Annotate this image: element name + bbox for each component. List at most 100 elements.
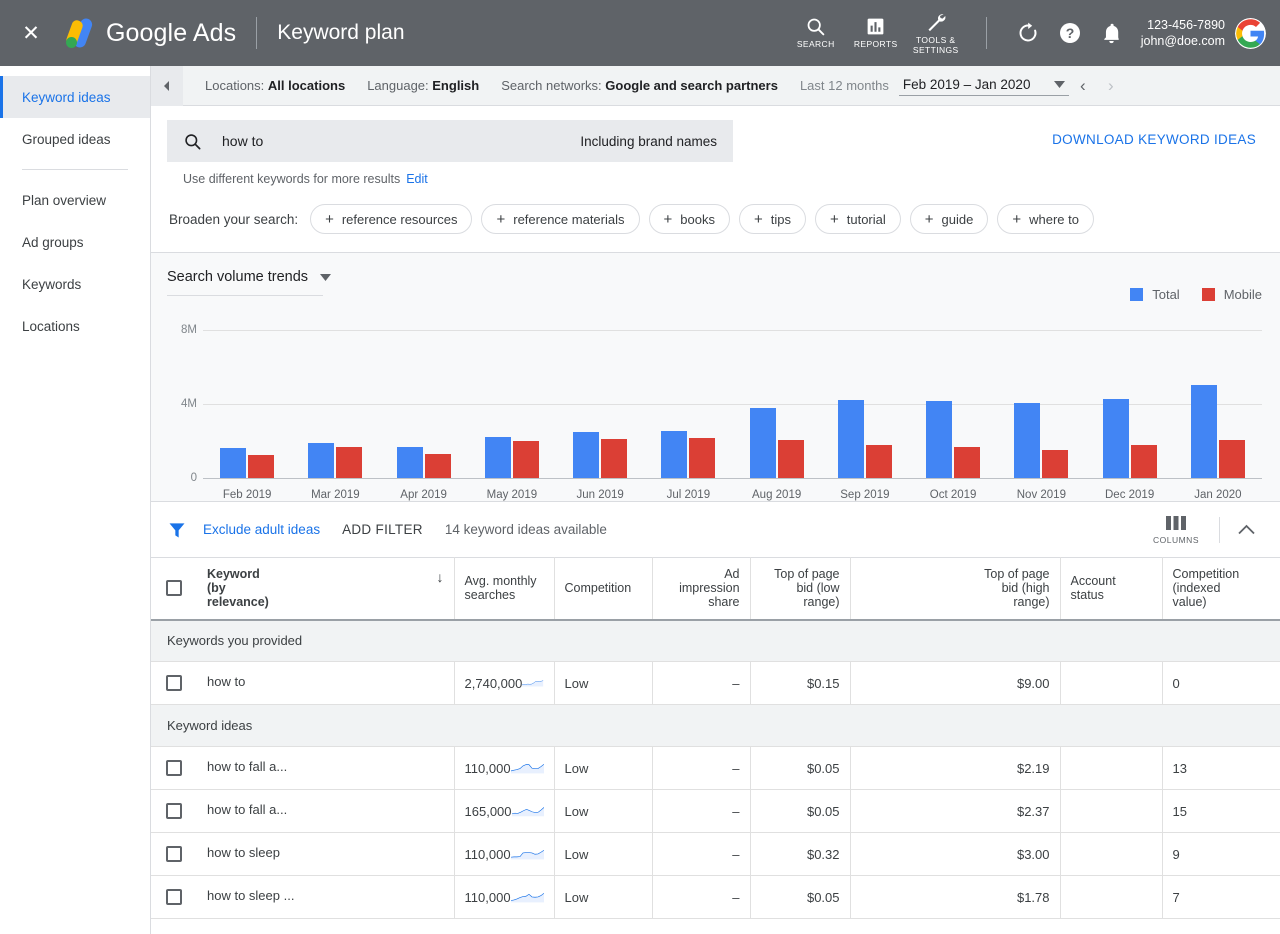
column-header-competition[interactable]: Competition [554,557,653,621]
broaden-chip-reference-resources[interactable]: + reference resources [310,204,473,234]
cell-keyword[interactable]: how to [197,661,455,705]
avatar[interactable] [1235,17,1266,49]
broaden-chip-where-to[interactable]: + where to [997,204,1094,234]
filter-language[interactable]: Language: English [367,78,479,93]
chart-bar-group[interactable] [733,316,821,478]
collapse-panel-button[interactable] [151,65,183,106]
chart-bar-total[interactable] [308,442,335,478]
table-row[interactable]: how to sleep110,000Low–$0.32$3.009– [151,832,1280,876]
chart-bar-mobile[interactable] [954,446,981,478]
collapse-chart-button[interactable] [1226,524,1266,535]
exclude-adult-ideas-link[interactable]: Exclude adult ideas [203,522,320,537]
add-filter-button[interactable]: ADD FILTER [342,522,423,537]
keyword-ideas-table-wrapper[interactable]: ↓ Keyword (by relevance) Avg. monthly se… [151,557,1280,934]
toolbar-search[interactable]: SEARCH [788,16,844,50]
chart-bar-group[interactable] [821,316,909,478]
column-header-keyword[interactable]: ↓ Keyword (by relevance) [197,557,455,621]
columns-button[interactable]: COLUMNS [1139,515,1213,545]
toolbar-reports[interactable]: REPORTS [848,16,904,50]
chart-bar-mobile[interactable] [336,446,363,478]
chart-bar-group[interactable] [997,316,1085,478]
chart-bar-mobile[interactable] [1218,439,1245,478]
chart-bar-total[interactable] [573,432,600,478]
chart-bar-group[interactable] [1086,316,1174,478]
row-checkbox[interactable] [166,889,182,906]
previous-period-button[interactable]: ‹ [1069,76,1097,96]
close-icon[interactable]: ✕ [18,20,44,46]
column-header-account-status[interactable]: Account status [1060,557,1163,621]
edit-keywords-link[interactable]: Edit [406,172,428,186]
sidebar-item-keywords[interactable]: Keywords [0,263,150,305]
chart-bar-group[interactable] [380,316,468,478]
legend-item-mobile[interactable]: Mobile [1201,287,1262,302]
row-checkbox[interactable] [166,846,182,863]
row-checkbox[interactable] [166,675,182,692]
date-range-picker[interactable]: Feb 2019 – Jan 2020 [898,75,1069,96]
chart-bar-mobile[interactable] [1130,444,1157,478]
refresh-button[interactable] [1007,21,1049,45]
search-input[interactable]: how to Including brand names [167,120,733,162]
row-checkbox[interactable] [166,760,182,777]
broaden-chip-guide[interactable]: + guide [909,204,989,234]
chart-bar-total[interactable] [484,436,511,478]
chart-bar-total[interactable] [396,446,423,478]
select-all-checkbox[interactable] [166,580,182,597]
chart-bar-group[interactable] [909,316,997,478]
cell-keyword[interactable]: how to sleep [197,832,455,876]
chart-bar-mobile[interactable] [865,444,892,478]
chart-bar-mobile[interactable] [777,439,804,478]
chart-bar-mobile[interactable] [601,438,628,478]
cell-keyword[interactable]: how to fall a... [197,789,455,833]
next-period-button[interactable]: › [1097,76,1125,96]
chart-bar-mobile[interactable] [689,437,716,478]
chart-bar-group[interactable] [1174,316,1262,478]
cell-keyword[interactable]: how to sleep ... [197,875,455,919]
notifications-button[interactable] [1091,22,1133,45]
filter-search-networks[interactable]: Search networks: Google and search partn… [501,78,778,93]
chart-bar-group[interactable] [203,316,291,478]
cell-keyword[interactable]: how to fall a... [197,746,455,790]
legend-item-total[interactable]: Total [1130,287,1180,302]
chart-bar-mobile[interactable] [248,454,275,478]
table-row[interactable]: how to2,740,000Low–$0.15$9.000– [151,661,1280,705]
chart-bar-mobile[interactable] [1042,449,1069,478]
chart-bar-group[interactable] [291,316,379,478]
chart-bar-total[interactable] [661,431,688,478]
chart-bar-total[interactable] [1190,384,1217,478]
row-checkbox[interactable] [166,803,182,820]
download-keyword-ideas-button[interactable]: DOWNLOAD KEYWORD IDEAS [1052,120,1256,147]
column-header-ad-impression-share[interactable]: Ad impression share [652,557,751,621]
sidebar-item-ad-groups[interactable]: Ad groups [0,221,150,263]
table-row[interactable]: how to fall a...110,000Low–$0.05$2.1913– [151,746,1280,790]
chart-bar-group[interactable] [644,316,732,478]
account-info[interactable]: 123-456-7890 john@doe.com [1141,17,1225,50]
chart-bar-total[interactable] [749,408,776,478]
chart-bar-total[interactable] [926,401,953,478]
help-button[interactable]: ? [1049,21,1091,45]
chart-bar-group[interactable] [556,316,644,478]
sidebar-item-keyword-ideas[interactable]: Keyword ideas [0,76,150,118]
chart-bar-total[interactable] [837,400,864,478]
sidebar-item-grouped-ideas[interactable]: Grouped ideas [0,118,150,160]
broaden-chip-tips[interactable]: + tips [738,204,806,234]
sidebar-item-locations[interactable]: Locations [0,305,150,347]
chart-bar-mobile[interactable] [424,453,451,478]
filter-locations[interactable]: Locations: All locations [205,78,345,93]
chart-bar-total[interactable] [1102,399,1129,478]
toolbar-tools-settings[interactable]: TOOLS & SETTINGS [908,11,964,56]
chart-bar-mobile[interactable] [512,440,539,478]
chart-bar-total[interactable] [1014,403,1041,478]
chart-bar-total[interactable] [220,447,247,478]
chart-title-dropdown[interactable]: Search volume trends [167,269,332,285]
column-header-avg-monthly-searches[interactable]: Avg. monthly searches [454,557,555,621]
chart-bar-group[interactable] [468,316,556,478]
broaden-chip-books[interactable]: + books [648,204,730,234]
broaden-chip-tutorial[interactable]: + tutorial [814,204,901,234]
column-header-top-of-page-bid-high[interactable]: Top of page bid (high range) [850,557,1061,621]
sidebar-item-plan-overview[interactable]: Plan overview [0,179,150,221]
brand-names-toggle[interactable]: Including brand names [580,134,717,149]
table-row[interactable]: how to sleep ...110,000Low–$0.05$1.787– [151,875,1280,919]
filter-funnel-icon[interactable] [167,520,187,540]
column-header-competition-indexed[interactable]: Competition (indexed value) [1162,557,1280,621]
table-row[interactable]: how to fall a...165,000Low–$0.05$2.3715– [151,789,1280,833]
